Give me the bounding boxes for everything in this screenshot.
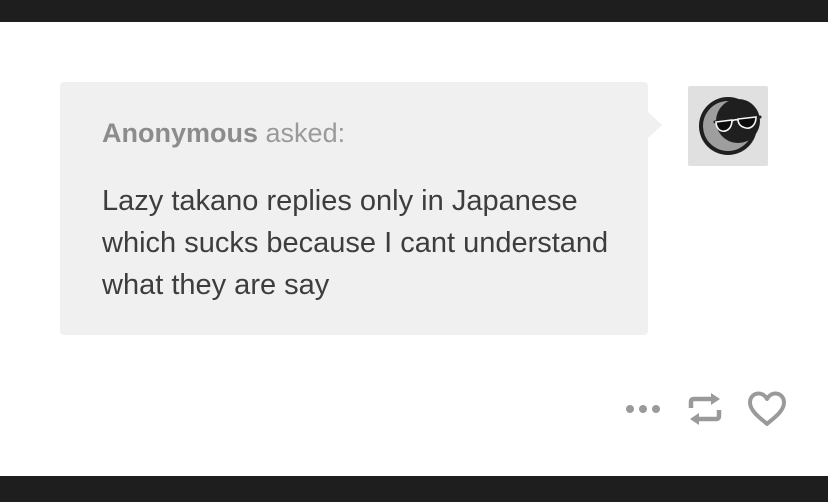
more-dots-icon: [626, 405, 660, 413]
post-actions: [624, 388, 788, 430]
ask-bubble: Anonymous asked: Lazy takano replies onl…: [60, 82, 662, 335]
question-text: Lazy takano replies only in Japanese whi…: [102, 185, 609, 301]
asked-label: asked:: [265, 118, 346, 148]
asker-line: Anonymous asked:: [102, 118, 345, 149]
moon-sunglasses-icon: [699, 97, 762, 155]
reblog-icon: [688, 393, 722, 425]
more-button[interactable]: [624, 399, 664, 419]
like-button[interactable]: [746, 390, 788, 428]
post-container: Anonymous asked: Lazy takano replies onl…: [0, 22, 828, 476]
bottom-frame-bar: [0, 476, 828, 502]
reblog-button[interactable]: [686, 391, 724, 427]
top-frame-bar: [0, 0, 828, 22]
avatar[interactable]: [688, 86, 768, 166]
heart-icon: [748, 391, 786, 426]
asker-name: Anonymous: [102, 118, 259, 148]
